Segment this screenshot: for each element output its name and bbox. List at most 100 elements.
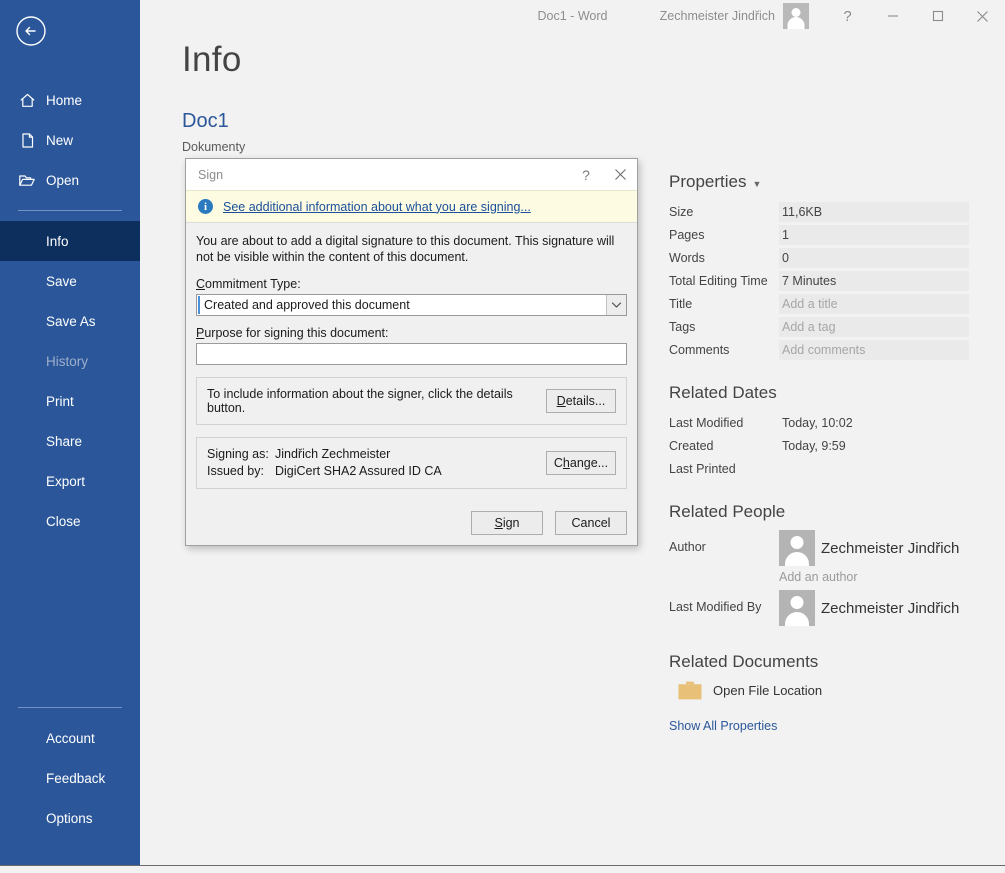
commitment-type-label-rest: ommitment Type:: [205, 277, 301, 291]
property-row: Pages 1: [669, 223, 969, 246]
sign-dialog-footer: Sign Cancel: [186, 511, 637, 545]
property-value: 0: [779, 247, 969, 268]
sidebar-item-label: Save: [46, 273, 77, 289]
change-certificate-button[interactable]: Ch ange...: [546, 451, 616, 475]
account-name-label: Zechmeister Jindřich: [659, 9, 775, 23]
property-row[interactable]: Comments Add comments: [669, 338, 969, 361]
maximize-icon: [932, 10, 943, 22]
maximize-button[interactable]: [915, 0, 960, 32]
related-dates-heading: Related Dates: [669, 383, 777, 402]
date-label: Last Modified: [669, 415, 744, 430]
avatar-head: [790, 536, 804, 549]
sidebar-item-save[interactable]: Save: [0, 261, 140, 301]
change-label-pre: C: [553, 456, 563, 470]
purpose-input[interactable]: [196, 343, 627, 365]
window-bottom-edge: [0, 865, 1005, 873]
properties-heading[interactable]: Properties ▼: [669, 172, 969, 192]
property-row: Words 0: [669, 246, 969, 269]
property-label: Title: [669, 296, 693, 311]
property-value-title-input[interactable]: Add a title: [779, 293, 969, 314]
sidebar-item-open[interactable]: Open: [0, 160, 140, 200]
date-label: Last Printed: [669, 461, 736, 476]
sidebar-item-options[interactable]: Options: [0, 798, 140, 838]
minimize-button[interactable]: [870, 0, 915, 32]
sign-dialog-close-button[interactable]: [603, 159, 637, 190]
sidebar-item-account[interactable]: Account: [0, 718, 140, 758]
signer-identity-group: Signing as: Jindřich Zechmeister Issued …: [196, 437, 627, 489]
sidebar-item-save-as[interactable]: Save As: [0, 301, 140, 341]
sidebar-item-info[interactable]: Info: [0, 221, 140, 261]
sign-dialog-infobar: i See additional information about what …: [186, 190, 637, 223]
sidebar-item-label: History: [46, 353, 89, 369]
avatar-head: [790, 596, 804, 609]
sidebar-item-home[interactable]: Home: [0, 80, 140, 120]
property-value-tags-input[interactable]: Add a tag: [779, 316, 969, 337]
new-document-icon: [18, 131, 36, 149]
sidebar-item-share[interactable]: Share: [0, 421, 140, 461]
property-label: Tags: [669, 319, 696, 334]
signing-as-label: Signing as:: [207, 447, 269, 461]
close-button[interactable]: [960, 0, 1005, 32]
sidebar-divider-2: [18, 707, 122, 708]
sign-accel: S: [494, 516, 503, 530]
help-button[interactable]: ?: [825, 0, 870, 32]
property-row[interactable]: Tags Add a tag: [669, 315, 969, 338]
properties-list: Size 11,6KB Pages 1 Words 0 Total Editin…: [669, 200, 969, 361]
related-documents-heading: Related Documents: [669, 652, 819, 671]
account-avatar[interactable]: [783, 3, 809, 29]
commitment-type-combobox[interactable]: Created and approved this document: [196, 294, 627, 316]
signing-as-row: Signing as: Jindřich Zechmeister: [207, 446, 546, 463]
sidebar-item-close[interactable]: Close: [0, 501, 140, 541]
avatar-body: [785, 552, 809, 566]
info-icon: i: [198, 199, 213, 214]
property-value: 11,6KB: [779, 201, 969, 222]
details-label-rest: etails...: [565, 394, 606, 408]
sign-dialog: Sign ? i See additional information abou…: [185, 158, 638, 546]
show-all-properties-link[interactable]: Show All Properties: [669, 719, 969, 733]
date-row: Created Today, 9:59: [669, 434, 969, 457]
sidebar-item-new[interactable]: New: [0, 120, 140, 160]
change-accel: h: [562, 456, 570, 470]
sign-dialog-body: You are about to add a digital signature…: [186, 223, 637, 511]
back-button[interactable]: [14, 14, 48, 48]
last-modified-by-avatar: [779, 590, 815, 626]
date-row: Last Printed: [669, 457, 969, 480]
property-value-comments-input[interactable]: Add comments: [779, 339, 969, 360]
property-row: Size 11,6KB: [669, 200, 969, 223]
close-icon: [977, 10, 988, 22]
sign-dialog-help-button[interactable]: ?: [569, 159, 603, 190]
property-label: Total Editing Time: [669, 273, 768, 288]
close-icon: [614, 169, 626, 180]
sidebar-item-label: Options: [46, 810, 93, 826]
back-arrow-icon: [16, 16, 46, 46]
property-label: Comments: [669, 342, 730, 357]
date-value: Today, 10:02: [782, 415, 853, 430]
sidebar-item-label: Close: [46, 513, 81, 529]
purpose-label-rest: urpose for signing this document:: [204, 326, 389, 340]
document-path: Dokumenty: [182, 140, 246, 154]
open-file-location-label: Open File Location: [713, 683, 823, 698]
add-author-button[interactable]: Add an author: [779, 570, 969, 584]
details-button[interactable]: Details...: [546, 389, 616, 413]
chevron-down-icon[interactable]: [606, 295, 626, 315]
property-label: Size: [669, 204, 694, 219]
sidebar-item-print[interactable]: Print: [0, 381, 140, 421]
window-bottom-edge-left: [0, 866, 140, 873]
additional-information-link[interactable]: See additional information about what yo…: [223, 200, 531, 214]
last-modified-by-name: Zechmeister Jindřich: [821, 599, 960, 617]
sign-dialog-title: Sign: [198, 167, 224, 182]
sign-button[interactable]: Sign: [471, 511, 543, 535]
open-file-location-row[interactable]: Open File Location: [669, 680, 969, 701]
commitment-type-accel: C: [196, 277, 206, 291]
cancel-button[interactable]: Cancel: [555, 511, 627, 535]
sidebar-item-export[interactable]: Export: [0, 461, 140, 501]
sidebar-item-history: History: [0, 341, 140, 381]
author-label: Author: [669, 540, 706, 554]
sidebar-item-label: Feedback: [46, 770, 106, 786]
property-row[interactable]: Title Add a title: [669, 292, 969, 315]
property-label: Words: [669, 250, 705, 265]
sidebar-item-feedback[interactable]: Feedback: [0, 758, 140, 798]
